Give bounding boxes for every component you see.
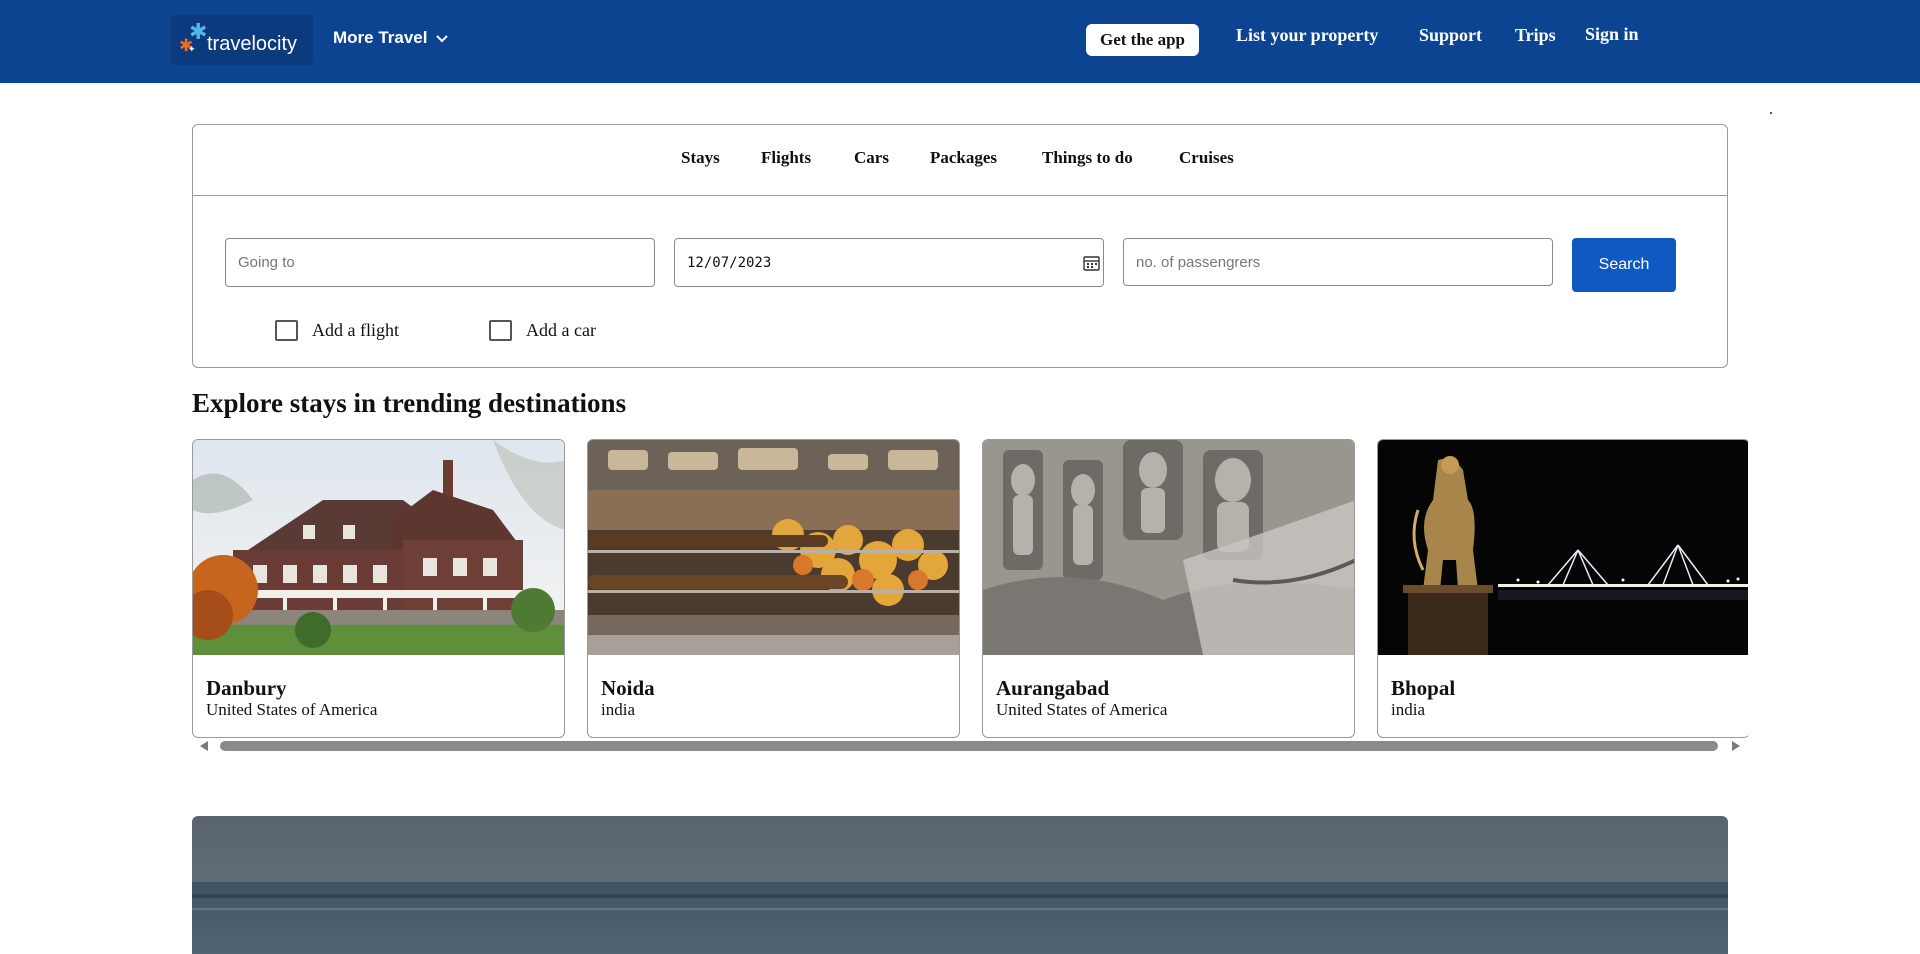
destination-image-aurangabad xyxy=(983,440,1354,655)
stray-dot xyxy=(1770,112,1772,114)
search-button[interactable]: Search xyxy=(1572,238,1676,292)
destination-name: Danbury xyxy=(206,676,287,700)
tab-cruises[interactable]: Cruises xyxy=(1179,148,1234,168)
add-car-checkbox[interactable] xyxy=(489,320,512,341)
trending-section-title: Explore stays in trending destinations xyxy=(192,388,627,418)
destination-country: United States of America xyxy=(206,700,378,719)
support-link[interactable]: Support xyxy=(1419,25,1482,46)
tab-flights[interactable]: Flights xyxy=(761,148,811,168)
carousel-scrollbar[interactable] xyxy=(200,740,1740,753)
add-car-option[interactable]: Add a car xyxy=(489,320,596,341)
search-panel: Stays Flights Cars Packages Things to do… xyxy=(192,124,1728,368)
destination-card-aurangabad[interactable]: Aurangabad United States of America xyxy=(982,439,1355,738)
destination-country: india xyxy=(601,700,635,719)
calendar-icon[interactable] xyxy=(1083,255,1100,271)
tab-things-to-do[interactable]: Things to do xyxy=(1042,148,1133,168)
trips-link[interactable]: Trips xyxy=(1515,25,1556,46)
tab-packages[interactable]: Packages xyxy=(930,148,997,168)
add-flight-checkbox[interactable] xyxy=(275,320,298,341)
destination-country: india xyxy=(1391,700,1425,719)
travelocity-logo[interactable]: ✱ ✱ ✦ travelocity xyxy=(171,15,313,65)
promo-banner-image xyxy=(192,816,1728,954)
destination-name: Aurangabad xyxy=(996,676,1110,700)
destination-image-bhopal xyxy=(1378,440,1748,655)
passengers-field xyxy=(1123,238,1553,286)
add-flight-label: Add a flight xyxy=(312,320,399,340)
tab-cars[interactable]: Cars xyxy=(854,148,889,168)
logo-text: travelocity xyxy=(207,32,298,55)
more-travel-menu[interactable]: More Travel xyxy=(333,28,448,48)
destination-country: United States of America xyxy=(996,700,1168,719)
more-travel-label: More Travel xyxy=(333,28,428,47)
destination-image-danbury xyxy=(193,440,564,655)
add-flight-option[interactable]: Add a flight xyxy=(275,320,399,341)
destination-card-danbury[interactable]: Danbury United States of America xyxy=(192,439,565,738)
destination-image-noida xyxy=(588,440,959,655)
destination-carousel[interactable]: Danbury United States of America Noida i… xyxy=(192,439,1748,739)
scroll-right-arrow-icon[interactable] xyxy=(1732,741,1740,751)
scroll-left-arrow-icon[interactable] xyxy=(200,741,208,751)
top-navigation-bar: ✱ ✱ ✦ travelocity More Travel Get the ap… xyxy=(0,0,1920,83)
date-field[interactable]: 12/07/2023 xyxy=(674,238,1104,287)
destination-name: Noida xyxy=(601,676,655,700)
destination-input[interactable] xyxy=(238,254,654,271)
get-the-app-button[interactable]: Get the app xyxy=(1086,24,1199,56)
add-car-label: Add a car xyxy=(526,320,596,340)
list-your-property-link[interactable]: List your property xyxy=(1236,25,1378,46)
destination-name: Bhopal xyxy=(1391,676,1456,700)
destination-field xyxy=(225,238,655,287)
scrollbar-thumb[interactable] xyxy=(220,741,1718,751)
search-tabs: Stays Flights Cars Packages Things to do… xyxy=(193,125,1727,196)
destination-card-noida[interactable]: Noida india xyxy=(587,439,960,738)
chevron-down-icon xyxy=(435,35,448,43)
destination-card-bhopal[interactable]: Bhopal india xyxy=(1377,439,1748,738)
sign-in-link[interactable]: Sign in xyxy=(1585,24,1639,45)
passengers-input[interactable] xyxy=(1136,253,1552,271)
date-input[interactable]: 12/07/2023 xyxy=(687,255,771,271)
tab-stays[interactable]: Stays xyxy=(681,148,720,168)
logo-star-icon: ✱ ✱ ✦ xyxy=(179,20,208,56)
